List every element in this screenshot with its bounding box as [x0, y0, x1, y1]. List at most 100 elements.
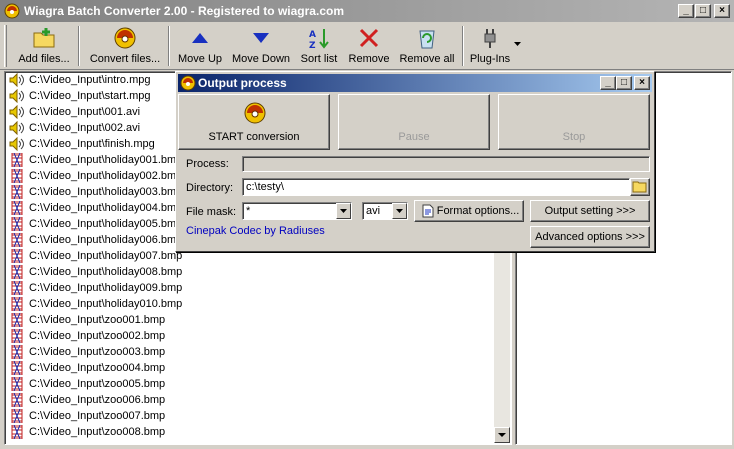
file-path: C:\Video_Input\002.avi — [29, 122, 141, 134]
format-options-button[interactable]: Format options... — [414, 200, 524, 222]
convert-icon — [114, 27, 136, 49]
film-strip-icon — [11, 329, 23, 343]
dialog-title-bar[interactable]: Output process _ □ × — [178, 74, 652, 92]
main-toolbar: Add files... Convert files... Move Up Mo… — [0, 22, 734, 70]
list-item[interactable]: C:\Video_Input\holiday001.bmp — [7, 152, 182, 168]
plug-ins-dropdown-icon[interactable] — [514, 42, 521, 46]
list-item[interactable]: C:\Video_Input\zoo006.bmp — [7, 392, 182, 408]
add-files-button[interactable]: Add files... — [12, 24, 76, 68]
film-strip-icon — [11, 281, 23, 295]
list-item[interactable]: C:\Video_Input\001.avi — [7, 104, 182, 120]
remove-x-icon — [359, 28, 379, 48]
list-item[interactable]: C:\Video_Input\zoo005.bmp — [7, 376, 182, 392]
toolbar-separator — [78, 26, 80, 66]
move-down-button[interactable]: Move Down — [230, 24, 292, 68]
scroll-down-icon — [498, 433, 506, 437]
remove-all-button[interactable]: Remove all — [396, 24, 458, 68]
output-setting-button[interactable]: Output setting >>> — [530, 200, 650, 222]
output-process-dialog: Output process _ □ × START conversion Pa… — [175, 71, 655, 252]
list-item[interactable]: C:\Video_Input\holiday003.bmp — [7, 184, 182, 200]
list-item[interactable]: C:\Video_Input\holiday007.bmp — [7, 248, 182, 264]
file-path: C:\Video_Input\holiday009.bmp — [29, 282, 183, 294]
file-path: C:\Video_Input\zoo008.bmp — [29, 426, 166, 438]
film-strip-icon — [11, 377, 23, 391]
list-item[interactable]: C:\Video_Input\holiday008.bmp — [7, 264, 182, 280]
move-up-button[interactable]: Move Up — [174, 24, 226, 68]
stop-button[interactable]: Stop — [498, 94, 650, 150]
film-strip-icon — [11, 185, 23, 199]
file-mask-label: File mask: — [186, 206, 237, 218]
dialog-logo-icon — [180, 75, 196, 91]
codec-label: Cinepak Codec by Radiuses — [186, 225, 325, 237]
scroll-down-button[interactable] — [494, 427, 510, 443]
speaker-icon — [9, 105, 24, 119]
dialog-close-button[interactable]: × — [634, 76, 650, 90]
convert-files-button[interactable]: Convert files... — [84, 24, 166, 68]
list-item[interactable]: C:\Video_Input\zoo003.bmp — [7, 344, 182, 360]
list-item[interactable]: C:\Video_Input\holiday009.bmp — [7, 280, 182, 296]
film-strip-icon — [11, 249, 23, 263]
directory-input[interactable]: c:\testy\ — [242, 178, 630, 196]
list-item[interactable]: C:\Video_Input\zoo008.bmp — [7, 424, 182, 440]
film-strip-icon — [11, 169, 23, 183]
list-item[interactable]: C:\Video_Input\intro.mpg — [7, 72, 182, 88]
plug-icon — [484, 29, 496, 48]
format-dropdown[interactable] — [392, 203, 407, 219]
pause-button[interactable]: Pause — [338, 94, 490, 150]
list-item[interactable]: C:\Video_Input\holiday010.bmp — [7, 296, 182, 312]
file-path: C:\Video_Input\zoo003.bmp — [29, 346, 166, 358]
list-item[interactable]: C:\Video_Input\zoo002.bmp — [7, 328, 182, 344]
remove-button[interactable]: Remove — [346, 24, 392, 68]
directory-label: Directory: — [186, 182, 234, 194]
list-item[interactable]: C:\Video_Input\holiday002.bmp — [7, 168, 182, 184]
list-item[interactable]: C:\Video_Input\holiday004.bmp — [7, 200, 182, 216]
list-item[interactable]: C:\Video_Input\holiday006.bmp — [7, 232, 182, 248]
list-item[interactable]: C:\Video_Input\zoo007.bmp — [7, 408, 182, 424]
film-strip-icon — [11, 313, 23, 327]
start-conversion-button[interactable]: START conversion — [178, 94, 330, 150]
app-logo-icon — [4, 3, 20, 19]
start-icon — [244, 102, 266, 124]
process-label: Process: — [186, 158, 229, 170]
sort-list-button[interactable]: A Z Sort list — [296, 24, 342, 68]
dialog-title: Output process — [198, 76, 287, 90]
list-item[interactable]: C:\Video_Input\holiday005.bmp — [7, 216, 182, 232]
list-item[interactable]: C:\Video_Input\002.avi — [7, 120, 182, 136]
chevron-down-icon — [340, 209, 347, 213]
file-path: C:\Video_Input\holiday010.bmp — [29, 298, 183, 310]
film-strip-icon — [11, 265, 23, 279]
minimize-button[interactable]: _ — [678, 4, 694, 18]
close-button[interactable]: × — [714, 4, 730, 18]
svg-text:A: A — [309, 30, 316, 40]
film-strip-icon — [11, 345, 23, 359]
film-strip-icon — [11, 297, 23, 311]
advanced-options-button[interactable]: Advanced options >>> — [530, 226, 650, 248]
dialog-maximize-button[interactable]: □ — [616, 76, 632, 90]
toolbar-separator — [462, 26, 464, 66]
file-path: C:\Video_Input\finish.mpg — [29, 138, 155, 150]
list-item[interactable]: C:\Video_Input\start.mpg — [7, 88, 182, 104]
arrow-down-icon — [253, 33, 269, 43]
maximize-button[interactable]: □ — [695, 4, 711, 18]
plug-ins-button[interactable]: Plug-Ins — [466, 24, 514, 68]
dialog-minimize-button[interactable]: _ — [600, 76, 616, 90]
speaker-icon — [9, 73, 24, 87]
file-path: C:\Video_Input\holiday005.bmp — [29, 218, 183, 230]
list-item[interactable]: C:\Video_Input\zoo004.bmp — [7, 360, 182, 376]
file-path: C:\Video_Input\holiday007.bmp — [29, 250, 183, 262]
file-path: C:\Video_Input\start.mpg — [29, 90, 151, 102]
file-path: C:\Video_Input\zoo004.bmp — [29, 362, 166, 374]
film-strip-icon — [11, 233, 23, 247]
browse-directory-button[interactable] — [630, 178, 650, 196]
film-strip-icon — [11, 409, 23, 423]
toolbar-grip[interactable] — [4, 25, 7, 67]
list-item[interactable]: C:\Video_Input\finish.mpg — [7, 136, 182, 152]
app-title-bar[interactable]: Wiagra Batch Converter 2.00 - Registered… — [0, 0, 734, 22]
file-path: C:\Video_Input\intro.mpg — [29, 74, 151, 86]
list-item[interactable]: C:\Video_Input\zoo001.bmp — [7, 312, 182, 328]
film-strip-icon — [11, 393, 23, 407]
file-path: C:\Video_Input\holiday006.bmp — [29, 234, 183, 246]
speaker-icon — [9, 137, 24, 151]
document-icon — [422, 204, 434, 218]
file-mask-dropdown[interactable] — [336, 203, 351, 219]
